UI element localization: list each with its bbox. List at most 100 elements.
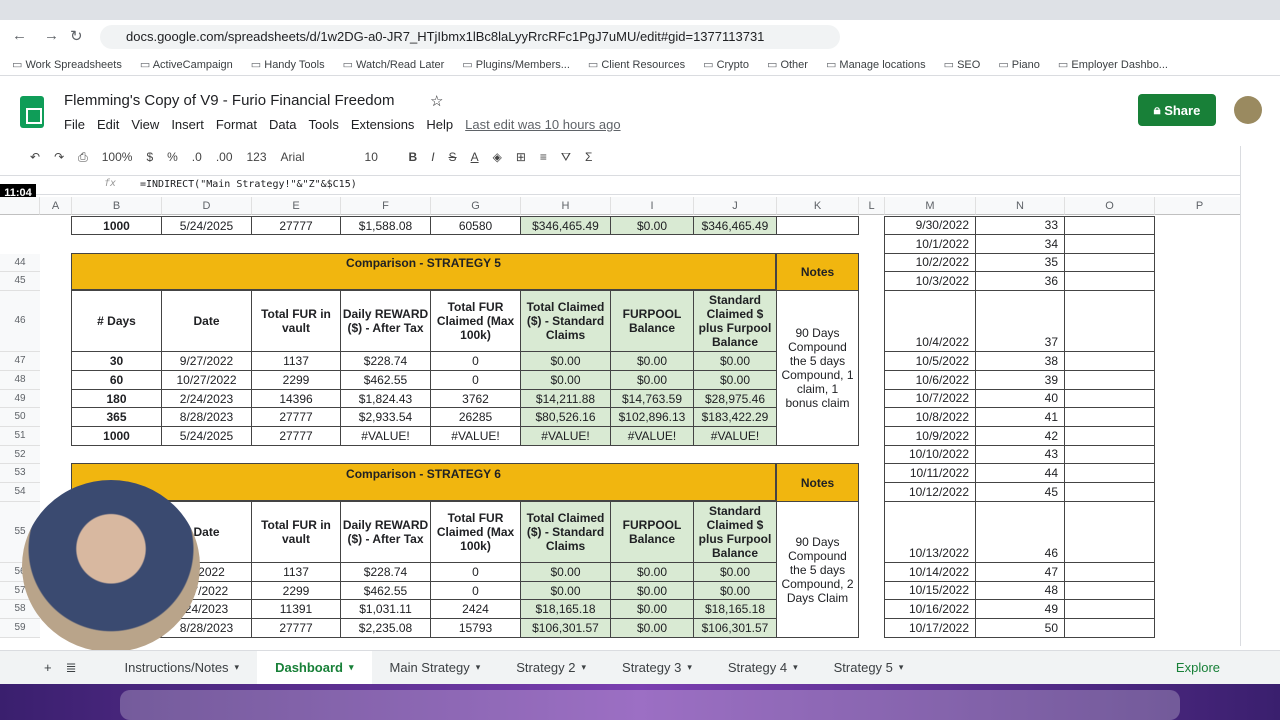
last-edit-link[interactable]: Last edit was 10 hours ago [465,117,620,132]
bookmark-item[interactable]: Client Resources [588,58,685,71]
cell[interactable]: 27777 [251,426,341,446]
cell[interactable]: $1,031.11 [340,599,431,619]
cell[interactable]: 2299 [251,370,341,390]
currency-button[interactable]: $ [146,150,153,164]
side-cell[interactable] [1064,562,1155,582]
menu-view[interactable]: View [131,117,159,132]
side-cell[interactable] [1064,581,1155,600]
cell[interactable]: $346,465.49 [693,216,777,235]
redo-icon[interactable]: ↷ [54,150,64,164]
browser-tab-strip[interactable] [0,0,1280,20]
side-cell[interactable]: 10/6/2022 [884,370,976,390]
row-header[interactable]: 54 [0,483,40,502]
row-header[interactable]: 53 [0,464,40,483]
menu-extensions[interactable]: Extensions [351,117,415,132]
cell[interactable]: 1137 [251,351,341,371]
cell[interactable]: 27777 [251,407,341,427]
cell[interactable]: 2424 [430,599,521,619]
bookmark-item[interactable]: Piano [998,58,1040,71]
cell[interactable]: #VALUE! [520,426,611,446]
bookmark-item[interactable]: Manage locations [826,58,925,71]
side-cell[interactable]: 10/14/2022 [884,562,976,582]
menu-edit[interactable]: Edit [97,117,119,132]
column-label[interactable]: Daily REWARD ($) - After Tax [340,290,431,352]
print-icon[interactable]: ⎙ [78,150,88,165]
url-input[interactable]: docs.google.com/spreadsheets/d/1w2DG-a0-… [100,25,840,49]
column-header[interactable]: L [859,197,885,215]
side-cell[interactable]: 41 [975,407,1065,427]
cell[interactable]: $0.00 [520,562,611,582]
side-cell[interactable]: 10/16/2022 [884,599,976,619]
column-label[interactable]: Standard Claimed $ plus Furpool Balance [693,501,777,563]
borders-icon[interactable]: ⊞ [516,150,526,164]
cell[interactable]: 180 [71,389,162,408]
side-cell[interactable] [1064,482,1155,502]
document-title[interactable]: Flemming's Copy of V9 - Furio Financial … [64,92,394,109]
cell[interactable]: $1,588.08 [340,216,431,235]
cell[interactable]: 10/27/2022 [161,370,252,390]
column-label[interactable]: Total Claimed ($) - Standard Claims [520,290,611,352]
column-label[interactable]: FURPOOL Balance [610,290,694,352]
cell[interactable]: $0.00 [610,216,694,235]
cell[interactable]: $0.00 [693,351,777,371]
cell[interactable]: $0.00 [610,351,694,371]
side-cell[interactable]: 47 [975,562,1065,582]
bookmark-item[interactable]: ActiveCampaign [140,58,233,71]
side-cell[interactable]: 10/8/2022 [884,407,976,427]
cell[interactable]: $14,211.88 [520,389,611,408]
side-cell[interactable]: 34 [975,234,1065,254]
cell[interactable]: $0.00 [520,351,611,371]
column-label[interactable]: Date [161,290,252,352]
side-cell[interactable]: 36 [975,271,1065,291]
cell[interactable]: #VALUE! [340,426,431,446]
column-header[interactable]: O [1065,197,1155,215]
menu-insert[interactable]: Insert [171,117,204,132]
column-header[interactable]: G [431,197,521,215]
cell[interactable]: $106,301.57 [520,618,611,638]
column-label[interactable]: Total FUR Claimed (Max 100k) [430,501,521,563]
cell[interactable]: $0.00 [610,562,694,582]
cell[interactable]: $462.55 [340,370,431,390]
side-cell[interactable]: 9/30/2022 [884,216,976,235]
cell[interactable]: 5/24/2025 [161,216,252,235]
column-label[interactable]: Standard Claimed $ plus Furpool Balance [693,290,777,352]
cell[interactable]: $228.74 [340,562,431,582]
sheets-logo-icon[interactable] [20,96,44,128]
side-cell[interactable]: 10/5/2022 [884,351,976,371]
functions-icon[interactable]: Σ [585,150,592,164]
side-cell[interactable]: 40 [975,389,1065,408]
cell[interactable]: 60 [71,370,162,390]
cell[interactable]: $0.00 [610,618,694,638]
cell[interactable]: $18,165.18 [693,599,777,619]
percent-button[interactable]: % [167,150,178,164]
side-cell[interactable]: 10/1/2022 [884,234,976,254]
cell[interactable]: 2299 [251,581,341,600]
increase-decimal-button[interactable]: .00 [216,150,233,164]
column-label[interactable]: # Days [71,290,162,352]
row-header[interactable]: 48 [0,371,40,390]
side-cell[interactable]: 50 [975,618,1065,638]
column-header[interactable]: F [341,197,431,215]
sheet-tab[interactable]: Dashboard [257,650,372,685]
column-header[interactable]: P [1155,197,1240,215]
bookmark-item[interactable]: SEO [944,58,980,71]
side-cell[interactable]: 10/9/2022 [884,426,976,446]
cell[interactable]: $2,235.08 [340,618,431,638]
filter-icon[interactable]: ⛛ [561,150,571,165]
cell[interactable]: 5/24/2025 [161,426,252,446]
row-header[interactable]: 49 [0,390,40,408]
all-sheets-icon[interactable]: ≣ [66,660,107,676]
bookmark-item[interactable]: Watch/Read Later [343,58,444,71]
side-cell[interactable]: 10/2/2022 [884,253,976,272]
side-cell[interactable]: 10/3/2022 [884,271,976,291]
row-header[interactable]: 51 [0,427,40,446]
bookmark-item[interactable]: Other [767,58,808,71]
bookmark-item[interactable]: Employer Dashbo... [1058,58,1168,71]
side-cell[interactable]: 42 [975,426,1065,446]
cell[interactable]: $0.00 [520,370,611,390]
side-cell[interactable]: 10/12/2022 [884,482,976,502]
strikethrough-button[interactable]: S [449,150,457,164]
side-cell[interactable]: 10/15/2022 [884,581,976,600]
side-cell[interactable]: 33 [975,216,1065,235]
menu-help[interactable]: Help [426,117,453,132]
